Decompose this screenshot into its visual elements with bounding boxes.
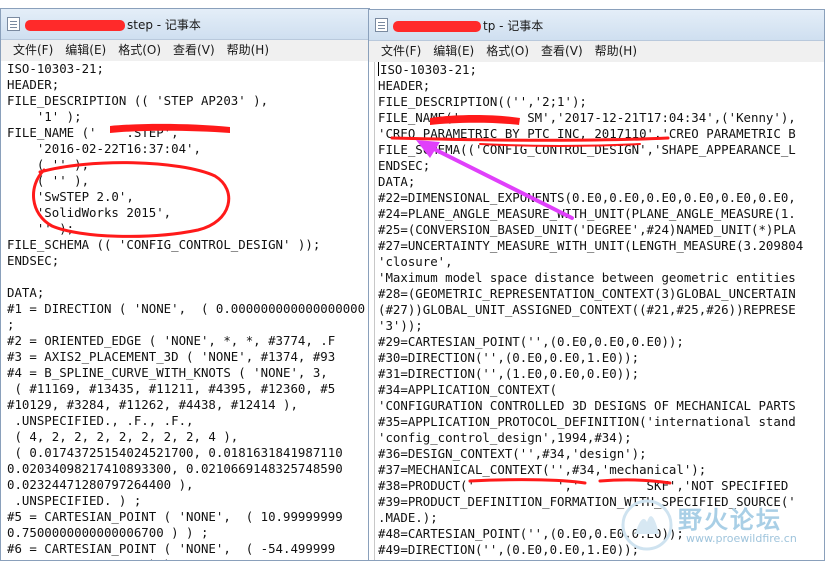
text-line: FILE_NAME(' SM','2017-12-21T17:04:34',('…	[378, 110, 796, 125]
text-line: FILE_DESCRIPTION(('','2;1');	[378, 94, 587, 109]
text-line: #37=MECHANICAL_CONTEXT('',#34,'mechanica…	[378, 462, 707, 477]
menu-help[interactable]: 帮助(H)	[589, 41, 643, 60]
left-notepad-window[interactable]: step - 记事本 文件(F) 编辑(E) 格式(O) 查看(V) 帮助(H) ISO…	[0, 8, 370, 561]
left-title-bar[interactable]: step - 记事本	[1, 9, 369, 40]
text-line: 'Maximum model space distance between ge…	[378, 270, 796, 285]
text-line: DATA;	[7, 285, 45, 300]
redaction-mark	[25, 20, 125, 31]
text-line: FILE_NAME (' .STEP',	[7, 125, 179, 140]
menu-file[interactable]: 文件(F)	[7, 40, 59, 59]
text-line: #2 = ORIENTED_EDGE ( 'NONE', *, *, #3774…	[7, 333, 336, 348]
text-line: #35=APPLICATION_PROTOCOL_DEFINITION('int…	[378, 414, 796, 429]
menu-format[interactable]: 格式(O)	[112, 40, 167, 59]
text-line: #30=DIRECTION('',(0.E0,0.E0,1.E0));	[378, 350, 640, 365]
notepad-icon	[7, 17, 20, 31]
text-line: #49=DIRECTION('',(0.E0,0.E0,1.E0));	[378, 542, 640, 557]
menu-view[interactable]: 查看(V)	[167, 40, 221, 59]
text-line: ( 0.01743725154024521700, 0.018163184198…	[7, 445, 343, 460]
text-line: 'closure',	[378, 254, 453, 269]
left-menu-bar: 文件(F) 编辑(E) 格式(O) 查看(V) 帮助(H)	[1, 40, 369, 62]
text-line: 0.02034098217410893300, 0.02106691483257…	[7, 461, 343, 476]
text-line: ( 4, 2, 2, 2, 2, 2, 2, 2, 4 ),	[7, 429, 239, 444]
right-window-title: tp - 记事本	[393, 17, 543, 34]
text-line: HEADER;	[378, 78, 431, 93]
text-line: .MADE.);	[378, 510, 438, 525]
left-title-text: step - 记事本	[127, 18, 201, 32]
left-text-area[interactable]: ISO-10303-21; HEADER; FILE_DESCRIPTION (…	[1, 61, 369, 560]
notepad-icon	[375, 18, 388, 32]
text-line: 0.7500000000000006700 ) ) ;	[7, 525, 209, 540]
right-title-text: tp - 记事本	[483, 19, 544, 33]
text-line: FILE_DESCRIPTION (( 'STEP AP203' ),	[7, 93, 269, 108]
menu-view[interactable]: 查看(V)	[535, 41, 589, 60]
text-line: ( '' ),	[7, 157, 90, 172]
text-line: HEADER;	[7, 77, 60, 92]
menu-edit[interactable]: 编辑(E)	[59, 40, 112, 59]
text-line: ENDSEC;	[7, 253, 60, 268]
text-line: '2016-02-22T16:37:04',	[7, 141, 201, 156]
text-line: #5 = CARTESIAN_POINT ( 'NONE', ( 10.9999…	[7, 509, 343, 524]
text-line: ISO-10303-21;	[7, 61, 104, 76]
text-line: #1 = DIRECTION ( 'NONE', ( 0.00000000000…	[7, 301, 366, 316]
text-line: .UNSPECIFIED. ) ;	[7, 493, 142, 508]
text-line: 'SwSTEP 2.0',	[7, 189, 134, 204]
text-line: #6 = CARTESIAN_POINT ( 'NONE', ( -54.499…	[7, 541, 336, 556]
text-line: #4 = B_SPLINE_CURVE_WITH_KNOTS ( 'NONE',…	[7, 365, 328, 380]
menu-help[interactable]: 帮助(H)	[221, 40, 275, 59]
text-line: '' );	[7, 221, 75, 236]
right-title-bar[interactable]: tp - 记事本	[369, 10, 824, 41]
text-line: #31=DIRECTION('',(1.E0,0.E0,0.E0));	[378, 366, 640, 381]
text-line: ISO-10303-21;	[380, 62, 477, 77]
right-notepad-window[interactable]: tp - 记事本 文件(F) 编辑(E) 格式(O) 查看(V) 帮助(H) ISO-1…	[368, 9, 825, 561]
text-line: 'SolidWorks 2015',	[7, 205, 172, 220]
text-line: '1' );	[7, 109, 82, 124]
text-line: #28=(GEOMETRIC_REPRESENTATION_CONTEXT(3)…	[378, 286, 796, 301]
text-line: 'config_control_design',1994,#34);	[378, 430, 632, 445]
right-menu-bar: 文件(F) 编辑(E) 格式(O) 查看(V) 帮助(H)	[369, 41, 824, 63]
watermark-url: www.proewildfire.cn	[686, 532, 797, 545]
text-line: 0.02324471280797264400 ),	[7, 477, 194, 492]
left-window-title: step - 记事本	[25, 16, 201, 33]
menu-edit[interactable]: 编辑(E)	[427, 41, 480, 60]
watermark: 野火论坛 www.proewildfire.cn	[616, 494, 821, 556]
text-line: #22=DIMENSIONAL_EXPONENTS(0.E0,0.E0,0.E0…	[378, 190, 796, 205]
text-line: FILE_SCHEMA(('CONFIG_CONTROL_DESIGN','SH…	[378, 142, 796, 157]
text-line: #34=APPLICATION_CONTEXT(	[378, 382, 558, 397]
text-line: '3'));	[378, 318, 423, 333]
text-line: #38=PRODUCT(' ',' SKF','NOT SPECIFIED	[378, 478, 789, 493]
text-line: #29=CARTESIAN_POINT('',(0.E0,0.E0,0.E0))…	[378, 334, 684, 349]
watermark-logo-icon	[621, 499, 673, 551]
text-line: 500000000000000000 ) ) ;	[7, 557, 186, 560]
text-line: #27=UNCERTAINTY_MEASURE_WITH_UNIT(LENGTH…	[378, 238, 804, 253]
text-line: 'CONFIGURATION CONTROLLED 3D DESIGNS OF …	[378, 398, 796, 413]
text-line: ( #11169, #13435, #11211, #4395, #12360,…	[7, 381, 336, 396]
menu-format[interactable]: 格式(O)	[480, 41, 535, 60]
text-line: FILE_SCHEMA (( 'CONFIG_CONTROL_DESIGN' )…	[7, 237, 321, 252]
text-line: #25=(CONVERSION_BASED_UNIT('DEGREE',#24)…	[378, 222, 796, 237]
text-line: #3 = AXIS2_PLACEMENT_3D ( 'NONE', #1374,…	[7, 349, 336, 364]
text-line: ( '' ),	[7, 173, 90, 188]
text-line: #36=DESIGN_CONTEXT('',#34,'design');	[378, 446, 647, 461]
text-line: (#27))GLOBAL_UNIT_ASSIGNED_CONTEXT((#21,…	[378, 302, 796, 317]
text-line: 'CREO PARAMETRIC BY PTC INC, 2017110','C…	[378, 126, 796, 141]
redaction-mark	[393, 21, 481, 32]
text-line: .UNSPECIFIED., .F., .F.,	[7, 413, 194, 428]
right-text-area[interactable]: ISO-10303-21; HEADER; FILE_DESCRIPTION((…	[369, 62, 824, 560]
menu-file[interactable]: 文件(F)	[375, 41, 427, 60]
text-caret	[378, 62, 379, 76]
text-line: #10129, #3284, #11262, #4438, #12414 ),	[7, 397, 298, 412]
text-line: #24=PLANE_ANGLE_MEASURE_WITH_UNIT(PLANE_…	[378, 206, 796, 221]
right-step-text[interactable]: ISO-10303-21; HEADER; FILE_DESCRIPTION((…	[369, 62, 824, 560]
text-line: ;	[7, 317, 15, 332]
watermark-site-name: 野火论坛	[678, 505, 782, 534]
text-line: ENDSEC;	[378, 158, 431, 173]
left-step-text[interactable]: ISO-10303-21; HEADER; FILE_DESCRIPTION (…	[1, 61, 369, 560]
text-line: DATA;	[378, 174, 416, 189]
